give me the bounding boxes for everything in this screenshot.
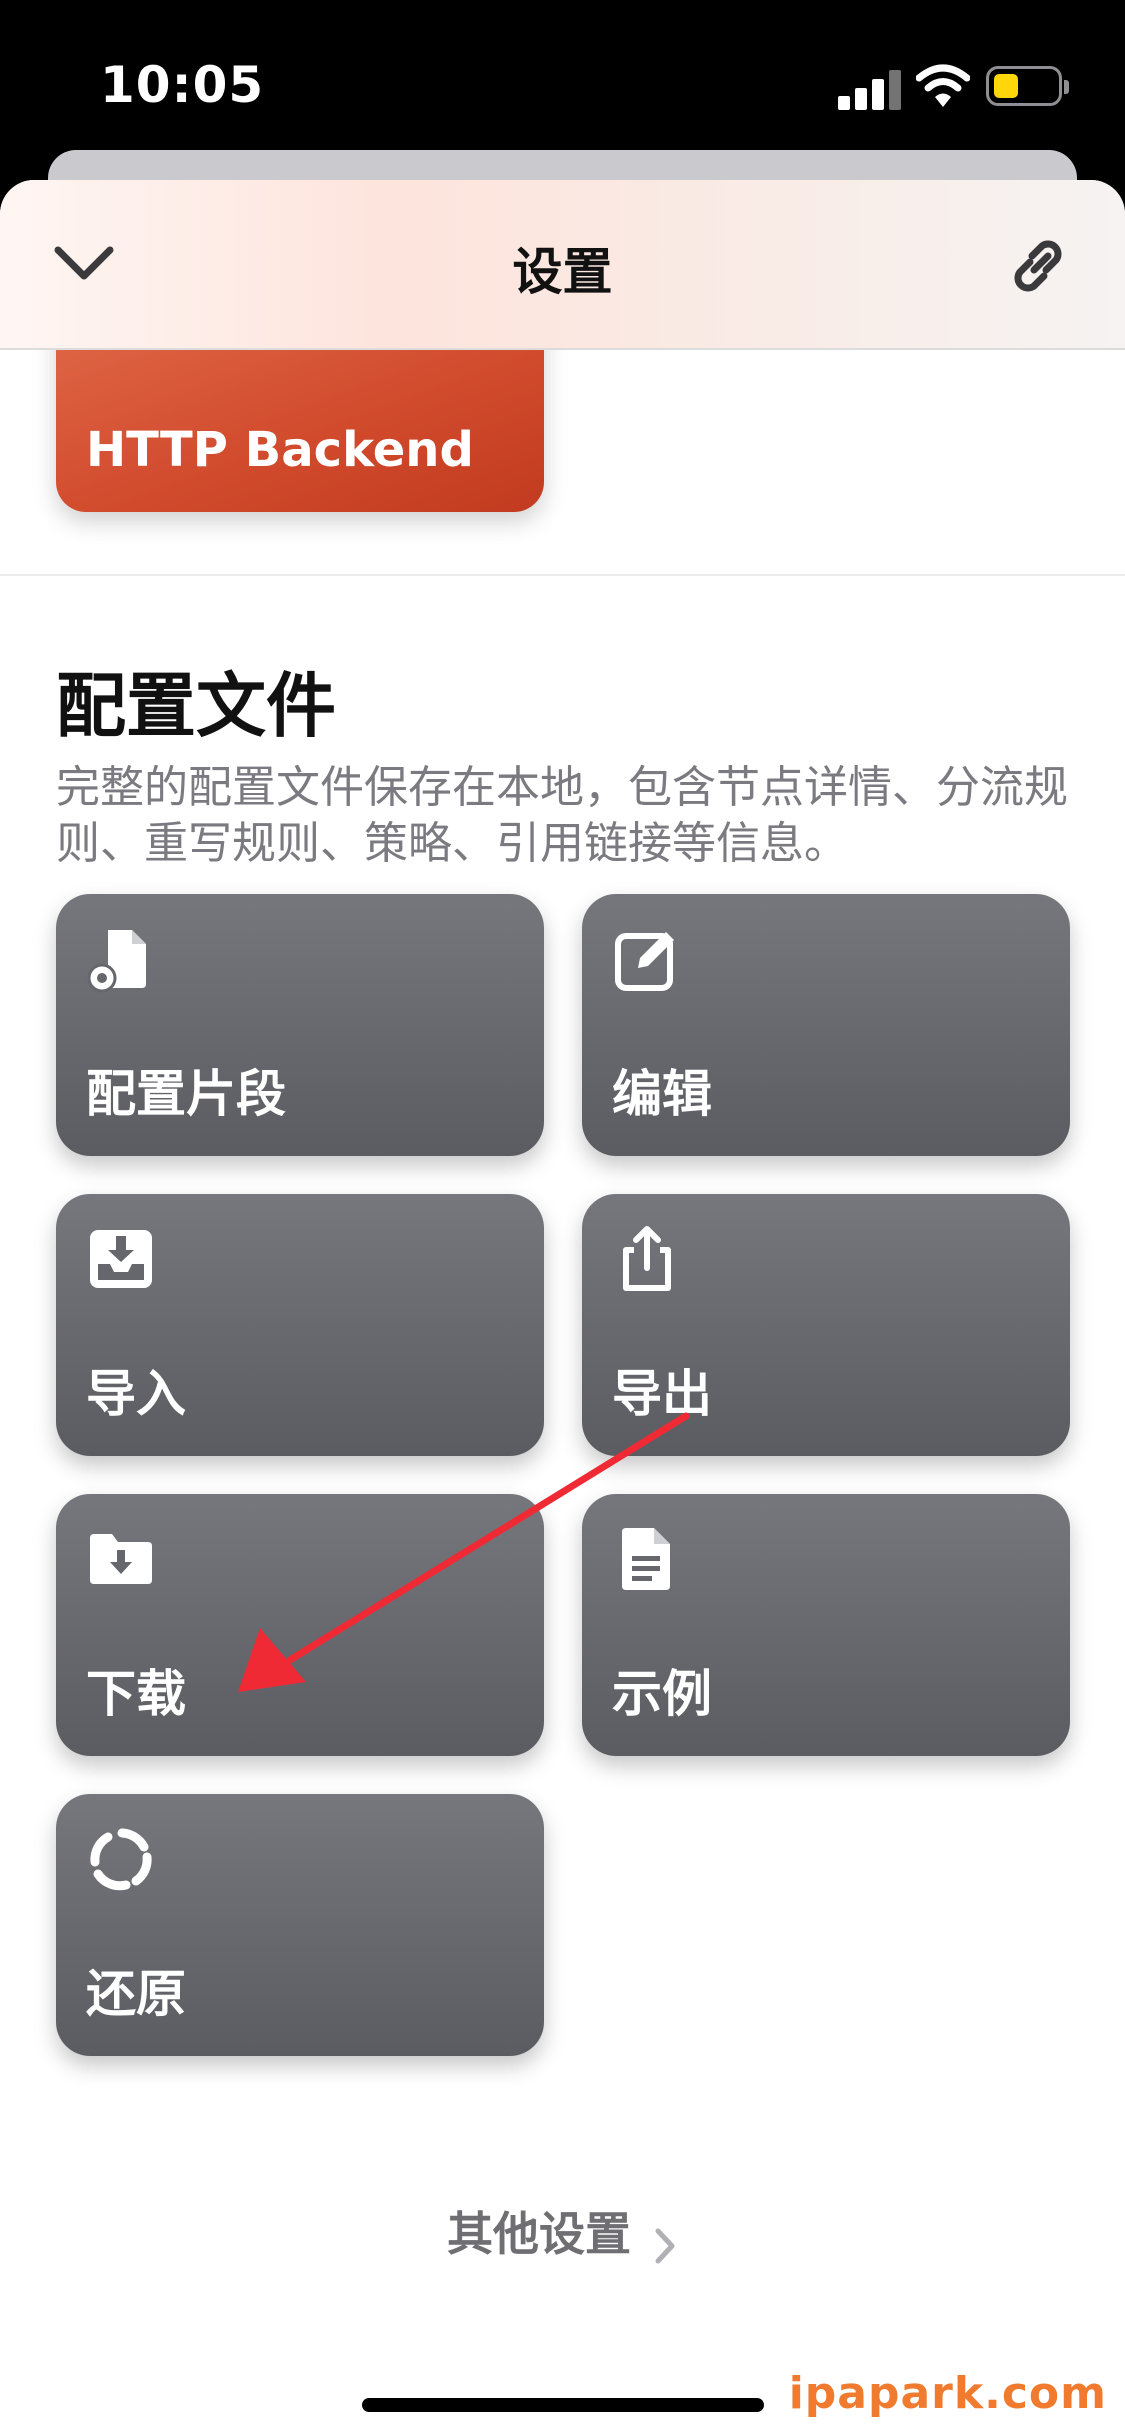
tile-label: 编辑 (612, 1065, 712, 1123)
tile-label: 示例 (612, 1665, 712, 1723)
tile-label: 还原 (86, 1965, 186, 2023)
http-backend-label: HTTP Backend (86, 422, 474, 478)
tile-label: 配置片段 (86, 1065, 286, 1123)
home-indicator (362, 2398, 764, 2412)
battery-icon (986, 66, 1069, 106)
cellular-signal-icon (838, 66, 901, 110)
other-settings-link[interactable]: 其他设置 (0, 2198, 1125, 2265)
status-bar: 10:05 (0, 0, 1125, 150)
edit-icon (615, 932, 674, 991)
file-gear-icon (87, 930, 146, 993)
import-icon (90, 1230, 152, 1288)
other-settings-label: 其他设置 (446, 2207, 631, 2261)
folder-download-icon (90, 1534, 152, 1584)
section-title: 配置文件 (56, 665, 336, 747)
link-icon[interactable] (1004, 232, 1072, 300)
divider (0, 574, 1125, 576)
config-snippet-button[interactable]: 配置片段 (56, 894, 544, 1156)
wifi-icon (916, 64, 970, 107)
chevron-right-icon (655, 2228, 675, 2263)
share-icon (623, 1226, 671, 1291)
status-time: 10:05 (100, 56, 265, 114)
import-button[interactable]: 导入 (56, 1194, 544, 1456)
settings-sheet: 设置 HTTP Backend 配置文件 完整的配置文件保存在本地，包含节点详情… (0, 180, 1125, 2436)
section-description: 完整的配置文件保存在本地，包含节点详情、分流规则、重写规则、策略、引用链接等信息… (56, 762, 1068, 869)
restore-icon (90, 1828, 152, 1891)
download-button[interactable]: 下载 (56, 1494, 544, 1756)
watermark: ipapark.com (788, 2368, 1107, 2419)
page-title: 设置 (512, 243, 613, 301)
tile-label: 导入 (86, 1365, 186, 1423)
restore-button[interactable]: 还原 (56, 1794, 544, 2056)
tile-label: 下载 (86, 1665, 186, 1723)
example-button[interactable]: 示例 (582, 1494, 1070, 1756)
edit-button[interactable]: 编辑 (582, 894, 1070, 1156)
tile-label: 导出 (612, 1365, 712, 1423)
nav-bar: 设置 (0, 180, 1125, 350)
export-button[interactable]: 导出 (582, 1194, 1070, 1456)
document-icon (622, 1528, 670, 1590)
